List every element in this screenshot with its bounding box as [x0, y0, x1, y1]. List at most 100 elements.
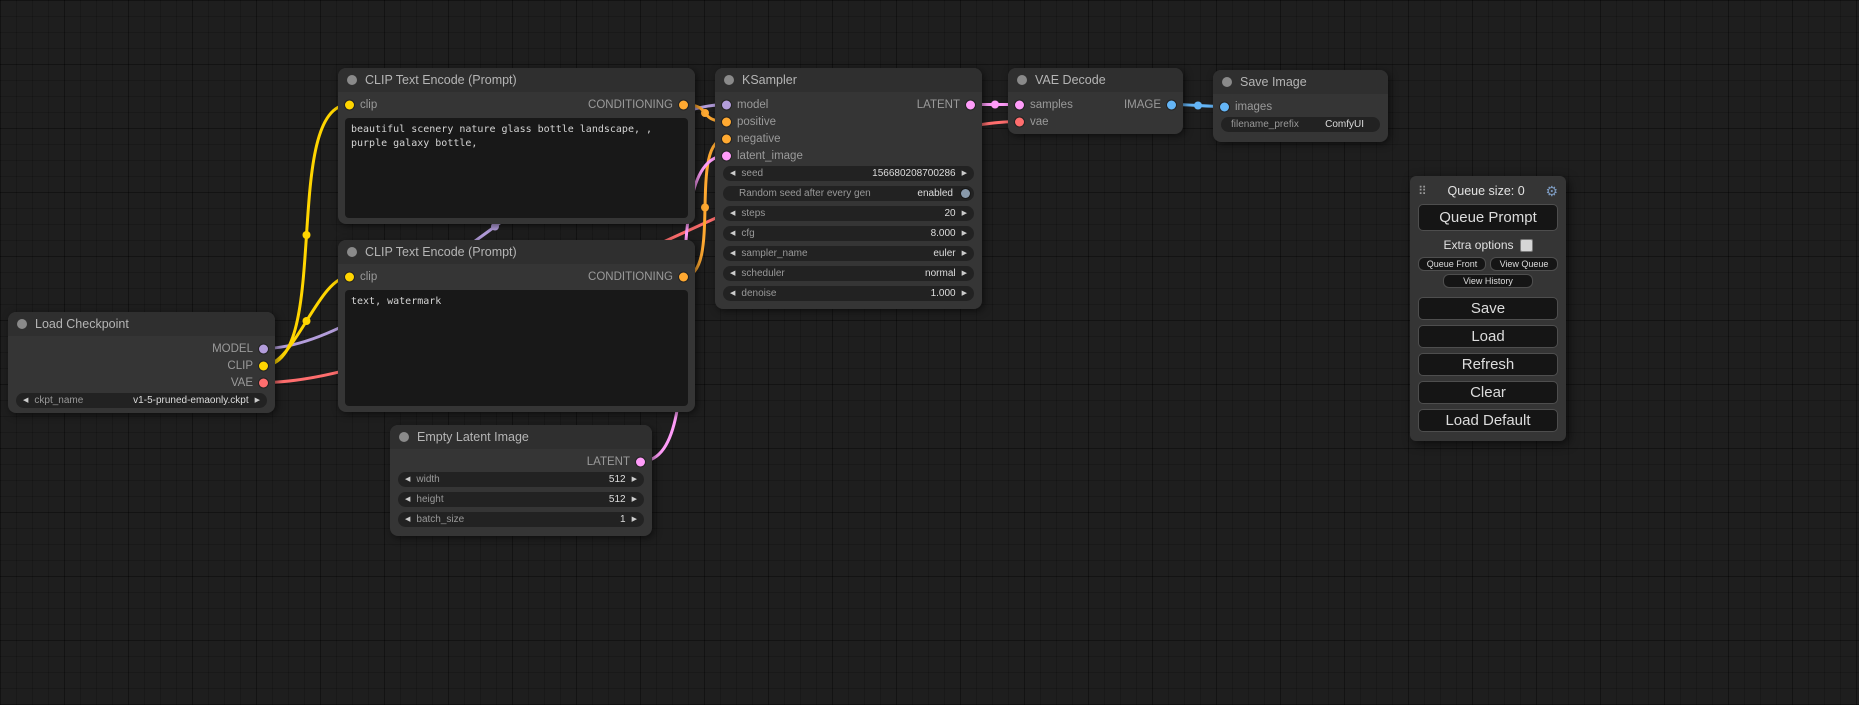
node-clip-text-encode-negative[interactable]: CLIP Text Encode (Prompt) clip CONDITION…	[338, 240, 695, 412]
output-label-conditioning: CONDITIONING	[588, 99, 673, 111]
node-vae-decode[interactable]: VAE Decode samples IMAGE vae	[1008, 68, 1183, 134]
node-title-bar[interactable]: Load Checkpoint	[8, 312, 275, 336]
input-slot-vae[interactable]	[1015, 117, 1024, 126]
decrement-arrow-icon[interactable]: ◀	[405, 496, 410, 503]
widget-denoise[interactable]: ◀ denoise 1.000 ▶	[723, 286, 974, 301]
decrement-arrow-icon[interactable]: ◀	[730, 170, 735, 177]
workflow-buttons: Save Load Refresh Clear Load Default	[1418, 297, 1558, 432]
widget-width[interactable]: ◀ width 512 ▶	[398, 472, 644, 487]
collapse-dot-icon[interactable]	[347, 247, 357, 257]
decrement-arrow-icon[interactable]: ◀	[405, 476, 410, 483]
collapse-dot-icon[interactable]	[399, 432, 409, 442]
refresh-button[interactable]: Refresh	[1418, 353, 1558, 376]
increment-arrow-icon[interactable]: ▶	[962, 230, 967, 237]
view-queue-button[interactable]: View Queue	[1490, 257, 1558, 271]
widget-steps[interactable]: ◀ steps 20 ▶	[723, 206, 974, 221]
collapse-dot-icon[interactable]	[17, 319, 27, 329]
prev-value-arrow-icon[interactable]: ◀	[730, 270, 735, 277]
view-history-button[interactable]: View History	[1443, 274, 1533, 288]
settings-gear-icon[interactable]: ⚙	[1545, 183, 1558, 200]
widget-sampler-name[interactable]: ◀ sampler_name euler ▶	[723, 246, 974, 261]
load-default-button[interactable]: Load Default	[1418, 409, 1558, 432]
node-title-bar[interactable]: CLIP Text Encode (Prompt)	[338, 240, 695, 264]
positive-prompt-textarea[interactable]: beautiful scenery nature glass bottle la…	[345, 118, 688, 218]
next-value-arrow-icon[interactable]: ▶	[962, 270, 967, 277]
node-title-bar[interactable]: KSampler	[715, 68, 982, 92]
increment-arrow-icon[interactable]: ▶	[962, 210, 967, 217]
prev-value-arrow-icon[interactable]: ◀	[23, 397, 28, 404]
increment-arrow-icon[interactable]: ▶	[632, 496, 637, 503]
decrement-arrow-icon[interactable]: ◀	[730, 290, 735, 297]
widget-label: batch_size	[416, 514, 464, 525]
negative-prompt-textarea[interactable]: text, watermark	[345, 290, 688, 406]
toggle-knob-icon[interactable]	[961, 189, 970, 198]
slot-row: positive	[715, 113, 982, 130]
collapse-dot-icon[interactable]	[1222, 77, 1232, 87]
collapse-dot-icon[interactable]	[1017, 75, 1027, 85]
node-empty-latent-image[interactable]: Empty Latent Image LATENT ◀ width 512 ▶ …	[390, 425, 652, 536]
increment-arrow-icon[interactable]: ▶	[632, 476, 637, 483]
decrement-arrow-icon[interactable]: ◀	[405, 516, 410, 523]
widget-cfg[interactable]: ◀ cfg 8.000 ▶	[723, 226, 974, 241]
input-slot-images[interactable]	[1220, 102, 1229, 111]
node-title-bar[interactable]: Save Image	[1213, 70, 1388, 94]
queue-prompt-button[interactable]: Queue Prompt	[1418, 204, 1558, 231]
widget-batch-size[interactable]: ◀ batch_size 1 ▶	[398, 512, 644, 527]
input-slot-model[interactable]	[722, 100, 731, 109]
node-graph-canvas[interactable]: Load Checkpoint MODEL CLIP VAE ◀ ckpt_na…	[0, 0, 1859, 705]
input-slot-samples[interactable]	[1015, 100, 1024, 109]
increment-arrow-icon[interactable]: ▶	[962, 170, 967, 177]
widget-value: euler	[933, 248, 955, 259]
output-slot-conditioning[interactable]	[679, 100, 688, 109]
input-label-model: model	[737, 99, 768, 111]
extra-options-checkbox[interactable]	[1520, 239, 1533, 252]
load-button[interactable]: Load	[1418, 325, 1558, 348]
prev-value-arrow-icon[interactable]: ◀	[730, 250, 735, 257]
decrement-arrow-icon[interactable]: ◀	[730, 230, 735, 237]
clear-button[interactable]: Clear	[1418, 381, 1558, 404]
collapse-dot-icon[interactable]	[724, 75, 734, 85]
widget-value: 8.000	[931, 228, 956, 239]
increment-arrow-icon[interactable]: ▶	[962, 290, 967, 297]
input-slot-clip[interactable]	[345, 272, 354, 281]
increment-arrow-icon[interactable]: ▶	[632, 516, 637, 523]
widget-filename-prefix[interactable]: filename_prefix ComfyUI	[1221, 117, 1380, 132]
output-slot-image[interactable]	[1167, 100, 1176, 109]
node-title-bar[interactable]: Empty Latent Image	[390, 425, 652, 449]
widget-label: seed	[741, 168, 763, 179]
output-slot-model[interactable]	[259, 344, 268, 353]
output-slot-latent[interactable]	[636, 457, 645, 466]
link-midpoint-dot	[991, 101, 999, 109]
widget-height[interactable]: ◀ height 512 ▶	[398, 492, 644, 507]
input-slot-latent-image[interactable]	[722, 151, 731, 160]
save-button[interactable]: Save	[1418, 297, 1558, 320]
output-slot-latent[interactable]	[966, 100, 975, 109]
widget-seed[interactable]: ◀ seed 156680208700286 ▶	[723, 166, 974, 181]
link-midpoint-dot	[303, 317, 311, 325]
node-title: Empty Latent Image	[417, 430, 529, 444]
node-save-image[interactable]: Save Image images filename_prefix ComfyU…	[1213, 70, 1388, 142]
node-clip-text-encode-positive[interactable]: CLIP Text Encode (Prompt) clip CONDITION…	[338, 68, 695, 224]
output-slot-vae[interactable]	[259, 378, 268, 387]
node-ksampler[interactable]: KSampler model LATENT positive negative …	[715, 68, 982, 309]
widget-random-seed-toggle[interactable]: Random seed after every gen enabled	[723, 186, 974, 201]
input-slot-clip[interactable]	[345, 100, 354, 109]
queue-front-button[interactable]: Queue Front	[1418, 257, 1486, 271]
output-slot-conditioning[interactable]	[679, 272, 688, 281]
next-value-arrow-icon[interactable]: ▶	[962, 250, 967, 257]
drag-handle-icon[interactable]: ⠿	[1418, 184, 1427, 198]
widget-scheduler[interactable]: ◀ scheduler normal ▶	[723, 266, 974, 281]
collapse-dot-icon[interactable]	[347, 75, 357, 85]
widget-ckpt-name[interactable]: ◀ ckpt_name v1-5-pruned-emaonly.ckpt ▶	[16, 393, 267, 408]
node-title-bar[interactable]: CLIP Text Encode (Prompt)	[338, 68, 695, 92]
output-slot-clip[interactable]	[259, 361, 268, 370]
queue-size-label: Queue size: 0	[1427, 184, 1546, 198]
node-title-bar[interactable]: VAE Decode	[1008, 68, 1183, 92]
input-slot-negative[interactable]	[722, 134, 731, 143]
widget-label: ckpt_name	[34, 395, 83, 406]
next-value-arrow-icon[interactable]: ▶	[255, 397, 260, 404]
input-label-clip: clip	[360, 271, 377, 283]
input-slot-positive[interactable]	[722, 117, 731, 126]
decrement-arrow-icon[interactable]: ◀	[730, 210, 735, 217]
node-load-checkpoint[interactable]: Load Checkpoint MODEL CLIP VAE ◀ ckpt_na…	[8, 312, 275, 413]
